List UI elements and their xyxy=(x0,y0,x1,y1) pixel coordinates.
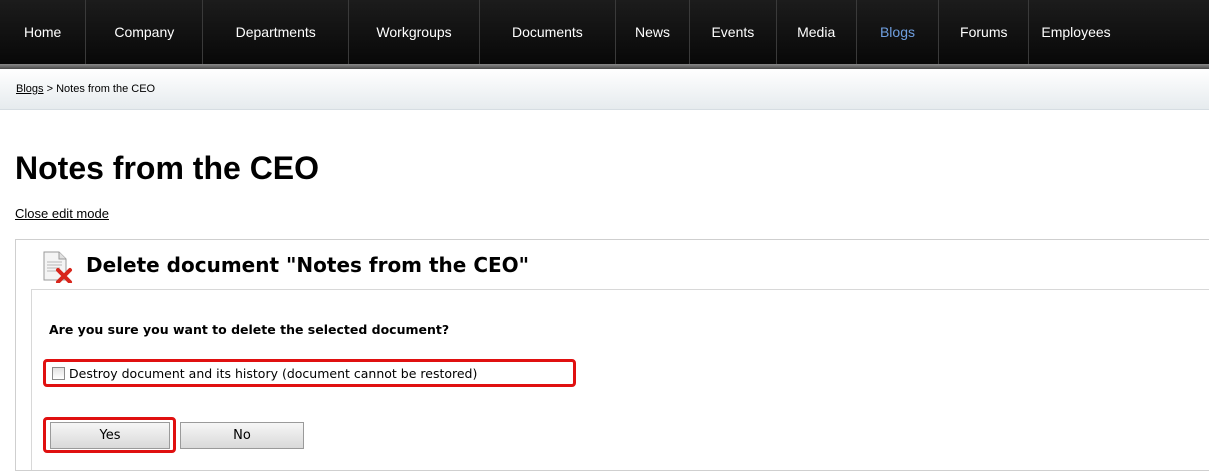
destroy-history-option[interactable]: Destroy document and its history (docume… xyxy=(43,359,576,387)
nav-item-media[interactable]: Media xyxy=(777,0,857,64)
yes-button[interactable]: Yes xyxy=(50,422,170,449)
nav-item-news[interactable]: News xyxy=(616,0,691,64)
page-title: Notes from the CEO xyxy=(15,150,320,186)
nav-item-documents[interactable]: Documents xyxy=(480,0,616,64)
breadcrumb: Blogs > Notes from the CEO xyxy=(0,69,1209,110)
confirm-question: Are you sure you want to delete the sele… xyxy=(49,322,450,337)
nav-item-events[interactable]: Events xyxy=(690,0,777,64)
nav-item-company[interactable]: Company xyxy=(86,0,204,64)
destroy-history-checkbox[interactable] xyxy=(52,366,65,380)
dialog-title: Delete document "Notes from the CEO" xyxy=(86,253,530,277)
breadcrumb-current: Notes from the CEO xyxy=(56,83,156,95)
breadcrumb-link-blogs[interactable]: Blogs xyxy=(16,83,44,95)
breadcrumb-separator: > xyxy=(43,83,57,95)
nav-item-forums[interactable]: Forums xyxy=(939,0,1030,64)
delete-document-icon xyxy=(43,251,72,283)
no-button[interactable]: No xyxy=(180,422,304,449)
nav-item-departments[interactable]: Departments xyxy=(203,0,350,64)
dialog-body: Are you sure you want to delete the sele… xyxy=(31,289,1209,470)
nav-item-employees[interactable]: Employees xyxy=(1029,0,1209,64)
nav-item-workgroups[interactable]: Workgroups xyxy=(349,0,480,64)
destroy-history-label: Destroy document and its history (docume… xyxy=(69,365,478,381)
delete-dialog: Delete document "Notes from the CEO" Are… xyxy=(15,239,1209,471)
nav-item-blogs[interactable]: Blogs xyxy=(857,0,940,64)
dialog-header: Delete document "Notes from the CEO" xyxy=(16,240,1209,288)
top-navigation: Home Company Departments Workgroups Docu… xyxy=(0,0,1209,64)
nav-item-home[interactable]: Home xyxy=(0,0,87,64)
close-edit-mode-link[interactable]: Close edit mode xyxy=(15,206,109,221)
breadcrumb-trail: Blogs > Notes from the CEO xyxy=(16,83,155,95)
